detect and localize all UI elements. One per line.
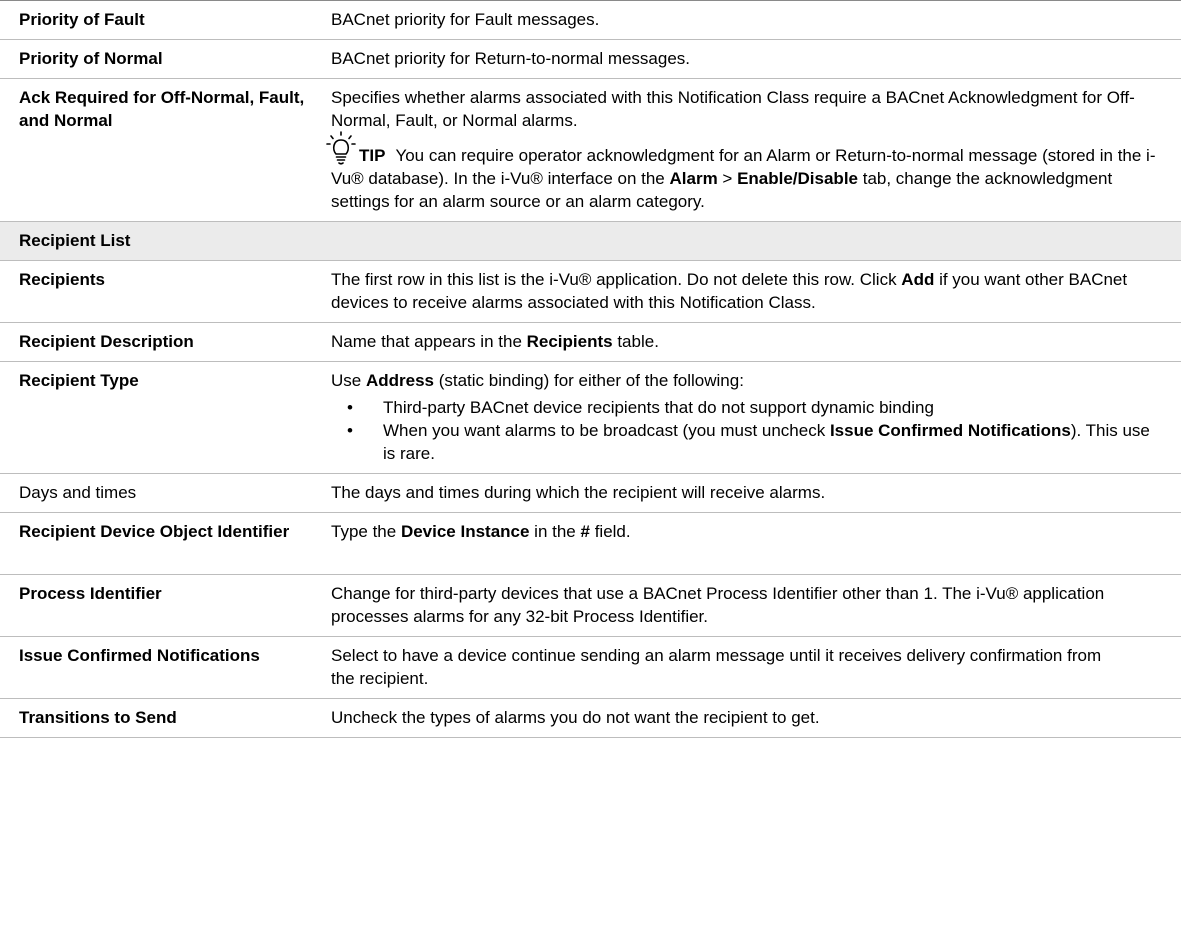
desc-text: (static binding) for either of the follo… <box>434 371 744 390</box>
row-label: Process Identifier <box>0 574 331 637</box>
table-row: Issue Confirmed Notifications Select to … <box>0 636 1181 699</box>
row-label: Transitions to Send <box>0 698 331 738</box>
table-row: Transitions to Send Uncheck the types of… <box>0 698 1181 738</box>
desc-bold-recipients: Recipients <box>526 332 613 351</box>
desc-text: Type the <box>331 522 401 541</box>
row-label: Priority of Fault <box>0 0 331 40</box>
table-row: Process Identifier Change for third-part… <box>0 574 1181 637</box>
table-row: Ack Required for Off-Normal, Fault, and … <box>0 78 1181 222</box>
desc-text: Name that appears in the <box>331 332 527 351</box>
row-label: Days and times <box>0 473 331 513</box>
tip-bold-enable-disable: Enable/Disable <box>737 169 858 188</box>
row-description: Name that appears in the Recipients tabl… <box>331 322 1181 362</box>
lightbulb-icon <box>326 131 356 165</box>
section-header-fill <box>331 221 1181 261</box>
section-header: Recipient List <box>0 221 331 261</box>
row-description: The days and times during which the reci… <box>331 473 1181 513</box>
row-label: Issue Confirmed Notifications <box>0 636 331 699</box>
row-description: Uncheck the types of alarms you do not w… <box>331 698 1181 738</box>
properties-table: Priority of Fault BACnet priority for Fa… <box>0 0 1181 738</box>
tip-note: TIP You can require operator acknowledgme… <box>326 131 1163 213</box>
desc-bold-add: Add <box>901 270 935 289</box>
tip-separator: > <box>717 169 738 188</box>
row-label: Ack Required for Off-Normal, Fault, and … <box>0 78 331 222</box>
row-label: Recipient Device Object Identifier <box>0 512 331 575</box>
row-description: The first row in this list is the i-Vu® … <box>331 260 1181 323</box>
table-row: Recipients The first row in this list is… <box>0 260 1181 323</box>
section-header-row: Recipient List <box>0 221 1181 261</box>
row-label: Priority of Normal <box>0 39 331 79</box>
row-description: Use Address (static binding) for either … <box>331 361 1181 474</box>
table-row: Days and times The days and times during… <box>0 473 1181 513</box>
desc-bold-issue-confirmed: Issue Confirmed Notifications <box>829 421 1071 440</box>
desc-text: The first row in this list is the i-Vu® … <box>331 270 902 289</box>
tip-bold-alarm: Alarm <box>669 169 718 188</box>
row-description: Select to have a device continue sending… <box>331 636 1181 699</box>
list-item: Third-party BACnet device recipients tha… <box>331 396 1163 419</box>
desc-bold-device-instance: Device Instance <box>400 522 530 541</box>
desc-text: in the <box>529 522 581 541</box>
table-row: Recipient Description Name that appears … <box>0 322 1181 362</box>
table-row: Recipient Device Object Identifier Type … <box>0 512 1181 575</box>
bullet-list: Third-party BACnet device recipients tha… <box>331 396 1163 465</box>
row-description: Specifies whether alarms associated with… <box>326 78 1181 222</box>
desc-text: table. <box>612 332 659 351</box>
tip-label: TIP <box>359 146 386 165</box>
desc-text: field. <box>589 522 631 541</box>
ack-description: Specifies whether alarms associated with… <box>331 88 1135 130</box>
table-row: Priority of Normal BACnet priority for R… <box>0 39 1181 79</box>
desc-bold-address: Address <box>365 371 434 390</box>
row-label: Recipient Description <box>0 322 331 362</box>
row-label: Recipient Type <box>0 361 331 474</box>
row-label: Recipients <box>0 260 331 323</box>
row-description: BACnet priority for Return-to-normal mes… <box>331 39 1181 79</box>
table-row: Recipient Type Use Address (static bindi… <box>0 361 1181 474</box>
table-row: Priority of Fault BACnet priority for Fa… <box>0 0 1181 40</box>
row-description: Change for third-party devices that use … <box>331 574 1181 637</box>
desc-bold-hash: # <box>580 522 590 541</box>
desc-text: Use <box>331 371 366 390</box>
list-item: When you want alarms to be broadcast (yo… <box>331 419 1163 465</box>
row-description: Type the Device Instance in the # field. <box>331 512 1181 575</box>
row-description: BACnet priority for Fault messages. <box>331 0 1181 40</box>
